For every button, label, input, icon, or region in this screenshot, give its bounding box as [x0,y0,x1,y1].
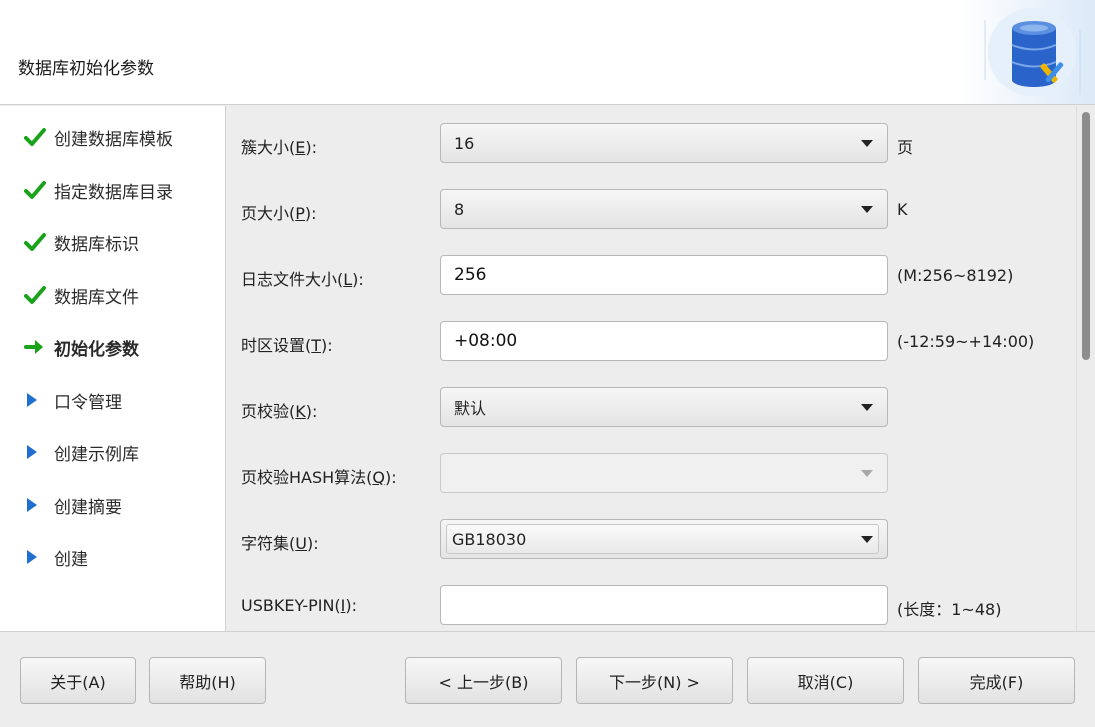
page-size-value: 8 [454,199,465,219]
step-label: 口令管理 [54,392,122,413]
scrollbar-thumb[interactable] [1082,112,1090,360]
usbkey-pin-input[interactable] [440,585,888,625]
finish-button[interactable]: 完成(F) [918,657,1075,704]
step-create-summary: 创建摘要 [24,490,122,520]
page-check-select[interactable]: 默认 [440,387,888,427]
step-password-mgmt: 口令管理 [24,385,122,415]
help-button[interactable]: 帮助(H) [149,657,266,704]
wizard-header: 数据库初始化参数 [0,0,1095,105]
next-button[interactable]: 下一步(N) > [576,657,733,704]
step-db-files: 数据库文件 [24,280,139,310]
page-size-select[interactable]: 8 [440,189,888,229]
chevron-down-icon [861,470,873,477]
page-check-hash-label: 页校验HASH算法(Q): [241,468,397,487]
check-icon [24,232,54,252]
timezone-label: 时区设置(T): [241,336,333,355]
check-icon [24,285,54,305]
log-size-input[interactable]: 256 [440,255,888,295]
wizard-steps-sidebar: 创建数据库模板 指定数据库目录 数据库标识 数据库文件 初始化参数 口令管理 创… [0,106,226,631]
step-label: 初始化参数 [54,339,139,360]
triangle-right-icon [24,496,54,514]
step-label: 创建 [54,549,88,570]
usbkey-pin-label: USBKEY-PIN(I): [241,596,358,615]
wizard-footer: 关于(A) 帮助(H) < 上一步(B) 下一步(N) > 取消(C) 完成(F… [0,631,1095,727]
check-icon [24,180,54,200]
step-label: 数据库标识 [54,234,139,255]
step-db-directory: 指定数据库目录 [24,175,173,205]
step-label: 创建示例库 [54,444,139,465]
extent-size-unit: 页 [897,138,914,157]
arrow-right-icon [24,338,54,356]
charset-select[interactable]: GB18030 [440,519,888,559]
cancel-button[interactable]: 取消(C) [747,657,904,704]
usbkey-pin-length: (长度：1~48) [897,600,1002,619]
charset-label: 字符集(U): [241,534,319,553]
step-label: 指定数据库目录 [54,182,173,203]
extent-size-label: 簇大小(E): [241,138,317,157]
step-label: 创建数据库模板 [54,129,173,150]
timezone-input[interactable]: +08:00 [440,321,888,361]
vertical-scrollbar[interactable] [1076,106,1095,631]
step-label: 创建摘要 [54,497,122,518]
back-button[interactable]: < 上一步(B) [405,657,562,704]
chevron-down-icon [861,536,873,543]
triangle-right-icon [24,391,54,409]
params-form: 簇大小(E): 16 页 页大小(P): 8 K 日志文件大小(L): 256 … [227,106,1076,631]
page-size-unit: K [897,200,908,219]
chevron-down-icon [861,404,873,411]
step-db-identifier: 数据库标识 [24,227,139,257]
step-create-sample: 创建示例库 [24,437,139,467]
page-title: 数据库初始化参数 [18,59,154,79]
step-init-params: 初始化参数 [24,332,139,362]
step-label: 数据库文件 [54,287,139,308]
timezone-range: (-12:59~+14:00) [897,332,1035,351]
triangle-right-icon [24,443,54,461]
extent-size-select[interactable]: 16 [440,123,888,163]
page-size-label: 页大小(P): [241,204,317,223]
page-check-value: 默认 [454,399,487,418]
charset-value: GB18030 [452,529,527,549]
page-check-hash-select[interactable] [440,453,888,493]
chevron-down-icon [861,206,873,213]
check-icon [24,127,54,147]
page-check-label: 页校验(K): [241,402,318,421]
about-button[interactable]: 关于(A) [20,657,136,704]
step-create: 创建 [24,542,88,572]
chevron-down-icon [861,140,873,147]
triangle-right-icon [24,548,54,566]
step-create-template: 创建数据库模板 [24,122,173,152]
database-tools-icon [960,0,1095,104]
log-size-range: (M:256~8192) [897,266,1014,285]
extent-size-value: 16 [454,133,475,153]
log-size-label: 日志文件大小(L): [241,270,364,289]
